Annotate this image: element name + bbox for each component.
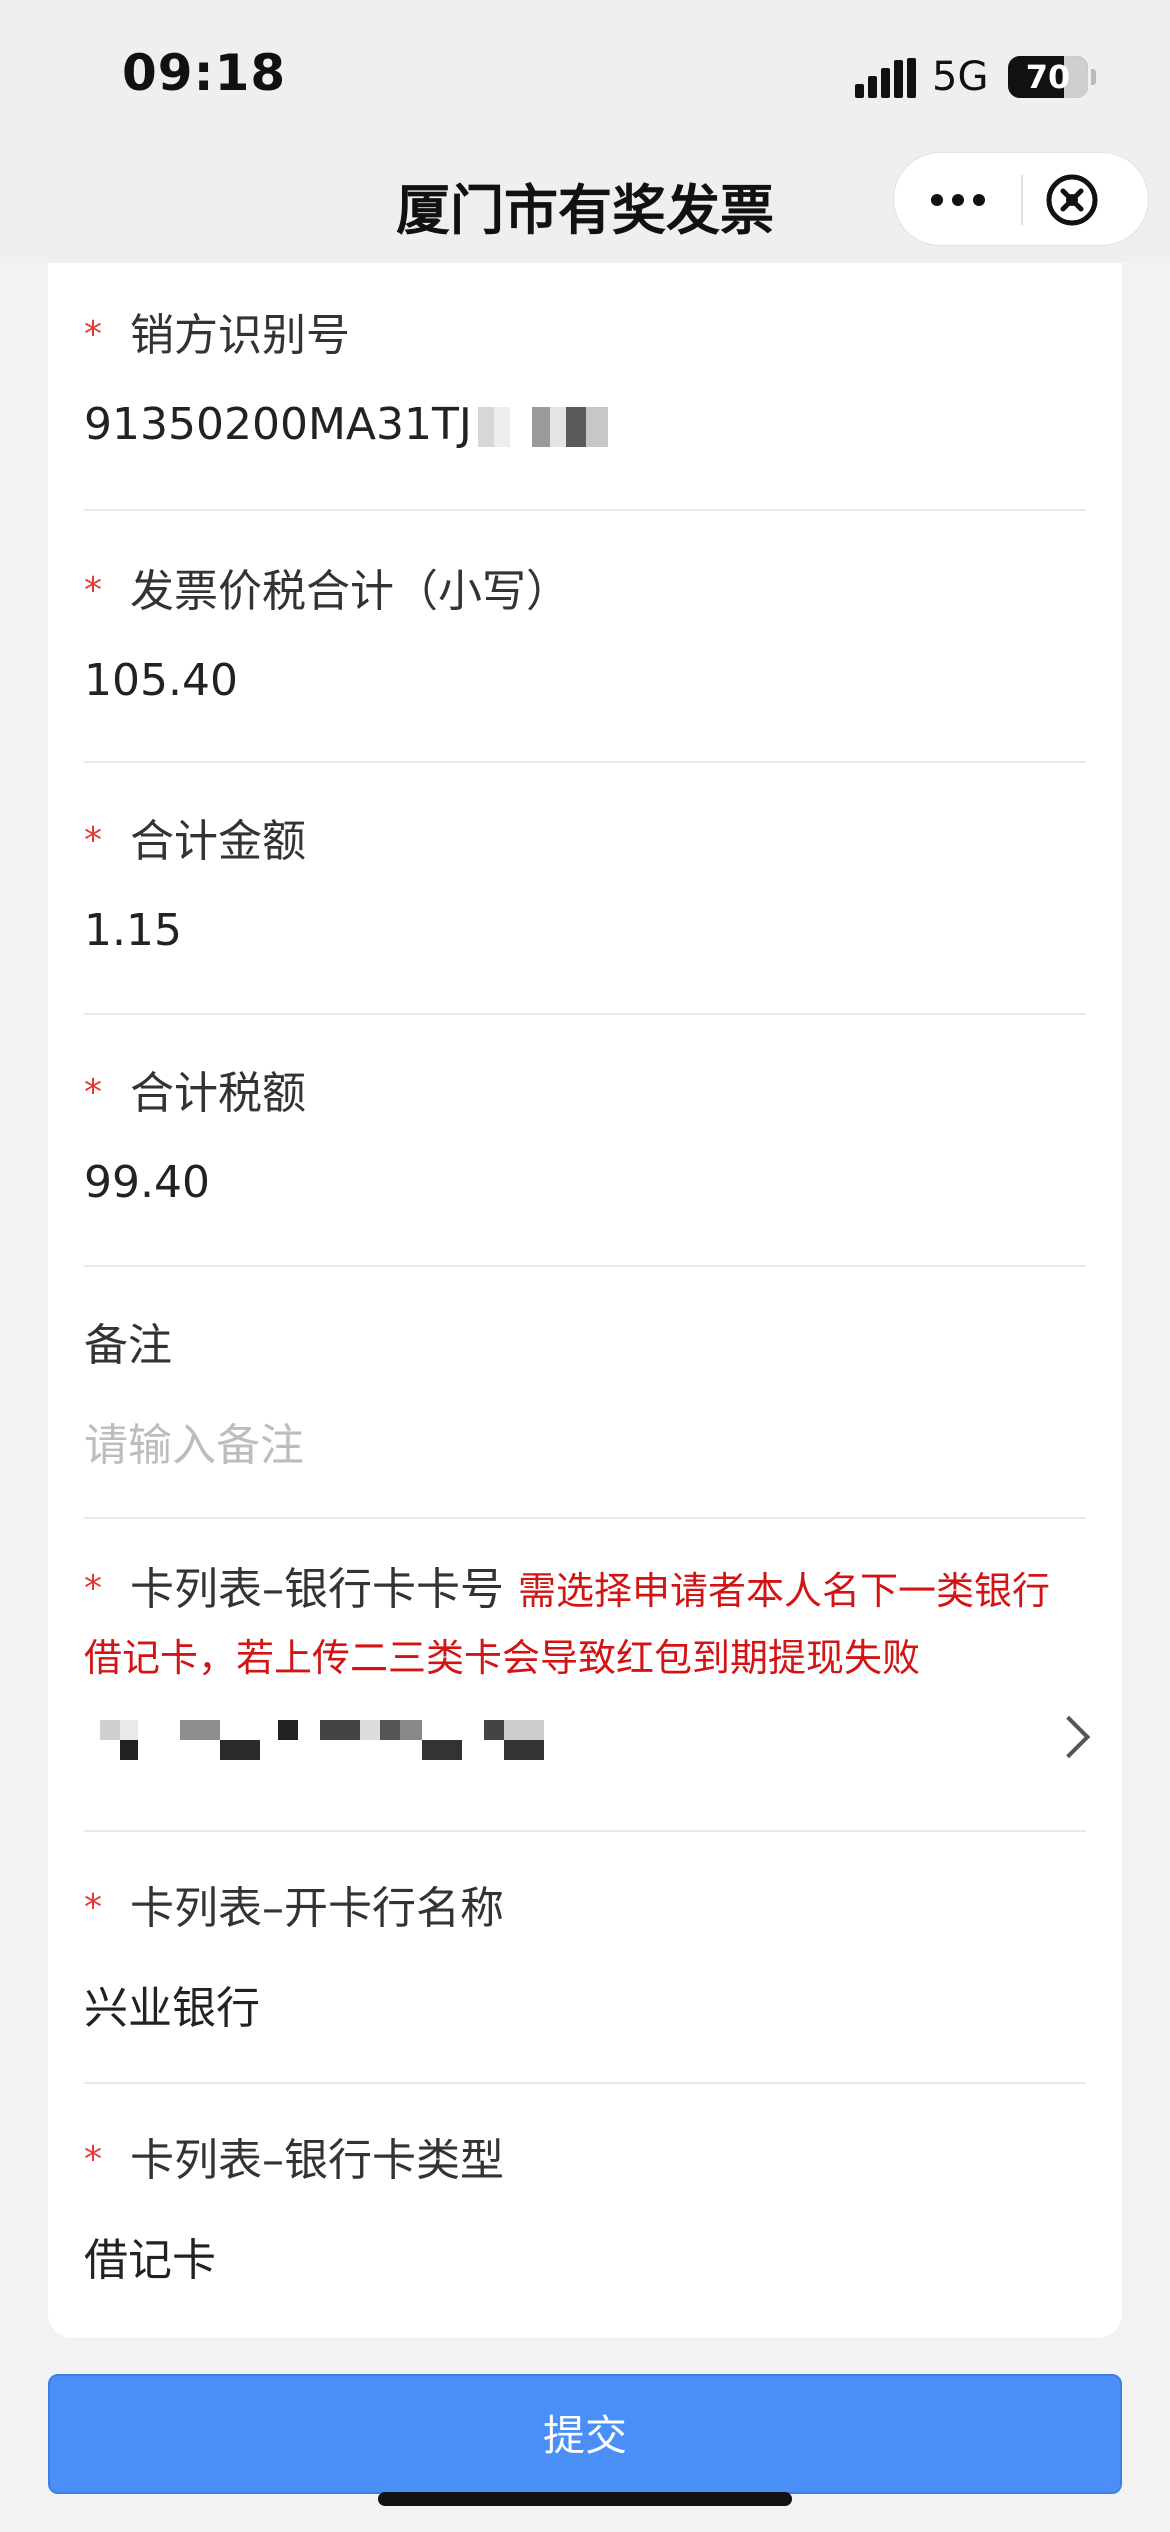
field-total-amount: * 合计金额 1.15 [84,805,1086,956]
divider [84,1517,1086,1519]
field-bank-name: * 卡列表–开卡行名称 兴业银行 [84,1872,1086,2036]
chevron-right-icon[interactable] [1047,1715,1091,1759]
card-type-value[interactable]: 借记卡 [84,2224,1086,2288]
network-type: 5G [932,54,989,100]
total-with-tax-label: * 发票价税合计（小写） [84,566,570,617]
field-card-type: * 卡列表–银行卡类型 借记卡 [84,2124,1086,2288]
divider [84,509,1086,511]
field-total-with-tax: * 发票价税合计（小写） 105.40 [84,555,1086,706]
card-number-label: * 卡列表–银行卡卡号 需选择申请者本人名下一类银行借记卡，若上传二三类卡会导致红包… [84,1564,1051,1680]
more-dots-icon[interactable] [916,173,1000,227]
card-type-label: * 卡列表–银行卡类型 [84,2135,504,2186]
seller-id-label: * 销方识别号 [84,310,350,361]
battery-icon: 70 [1008,56,1096,98]
capsule-divider [1021,175,1023,225]
total-tax-label: * 合计税额 [84,1068,306,1119]
total-with-tax-value[interactable]: 105.40 [84,655,1086,706]
field-seller-id: * 销方识别号 91350200MA31TJ [84,299,1086,450]
field-card-number: * 卡列表–银行卡卡号 需选择申请者本人名下一类银行借记卡，若上传二三类卡会导致红包… [84,1558,1086,1689]
total-amount-label: * 合计金额 [84,816,306,867]
divider [84,1830,1086,1832]
status-time: 09:18 [122,44,287,102]
remark-input[interactable]: 请输入备注 [84,1409,1086,1473]
total-tax-value[interactable]: 99.40 [84,1157,1086,1208]
redacted-card-number [100,1720,544,1760]
divider [84,761,1086,763]
redacted-block [477,407,608,447]
card-number-selector[interactable] [60,1700,1122,1770]
field-remark: 备注 请输入备注 [84,1309,1086,1473]
mini-program-capsule [893,152,1149,246]
submit-button[interactable]: 提交 [48,2374,1122,2494]
status-bar: 09:18 5G 70 [0,0,1170,140]
field-total-tax: * 合计税额 99.40 [84,1057,1086,1208]
bank-name-label: * 卡列表–开卡行名称 [84,1883,504,1934]
bank-name-value[interactable]: 兴业银行 [84,1972,1086,2036]
seller-id-value[interactable]: 91350200MA31TJ [84,399,472,450]
home-indicator [378,2492,792,2506]
required-mark: * [84,314,102,355]
total-amount-value[interactable]: 1.15 [84,905,1086,956]
nav-bar: 厦门市有奖发票 [0,140,1170,263]
divider [84,1265,1086,1267]
close-circle-icon[interactable] [1042,170,1102,230]
remark-label: 备注 [84,1320,172,1371]
battery-level: 70 [1025,58,1071,96]
divider [84,1013,1086,1015]
signal-icon [855,58,916,98]
divider [84,2082,1086,2084]
